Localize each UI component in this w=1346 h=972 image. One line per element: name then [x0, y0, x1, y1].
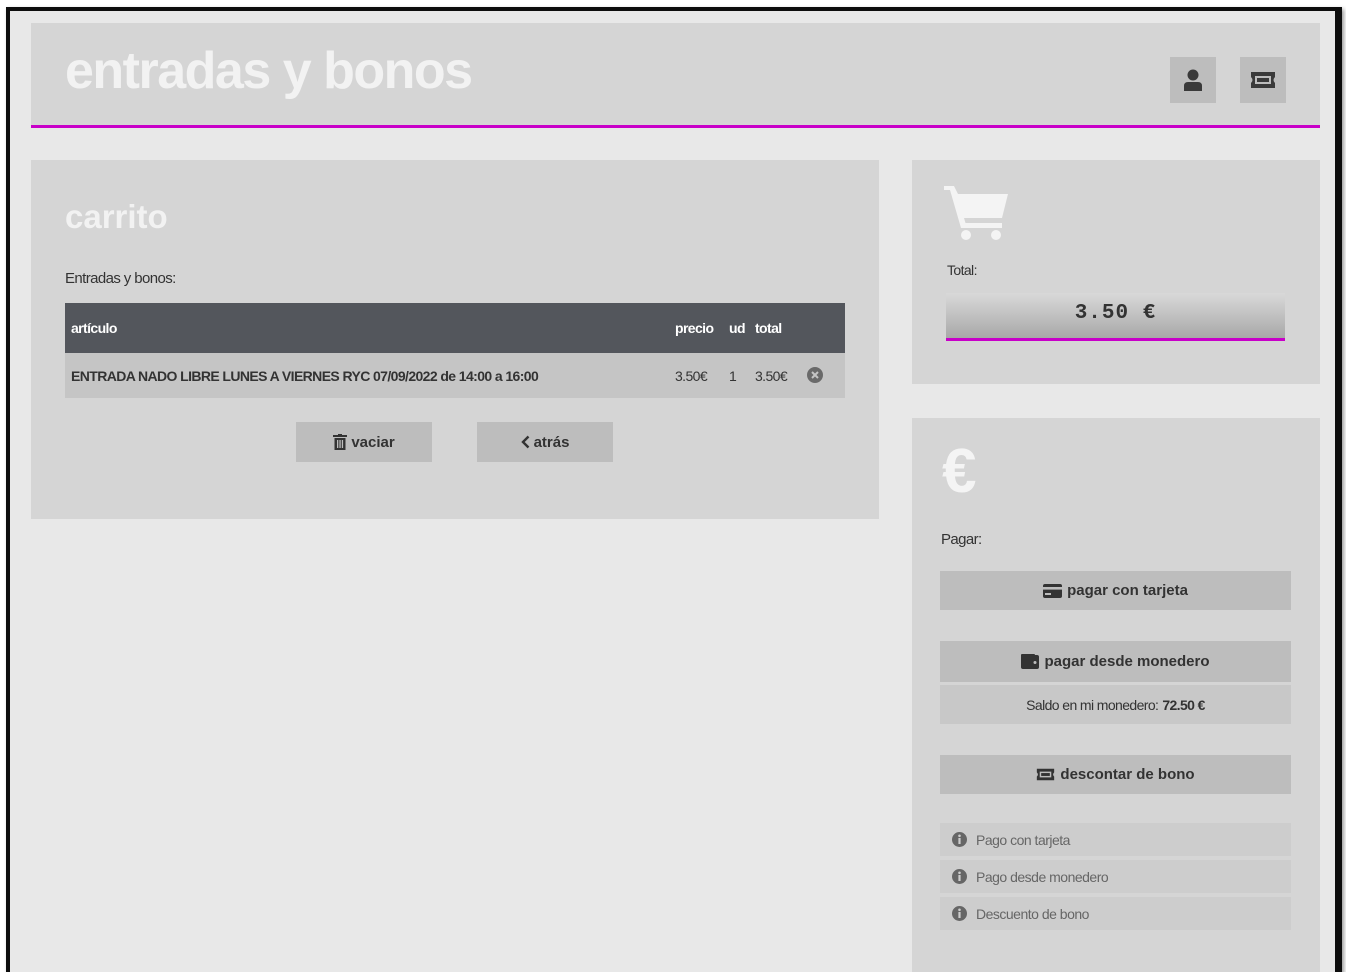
cell-articulo: ENTRADA NADO LIBRE LUNES A VIERNES RYC 0… [71, 367, 539, 384]
cart-panel: carrito Entradas y bonos: artículo preci… [31, 160, 879, 519]
info-item-label: Descuento de bono [976, 905, 1089, 922]
payment-label: Pagar: [941, 531, 982, 548]
back-label: atrás [533, 433, 570, 451]
cart-title: carrito [65, 198, 168, 235]
info-icon [952, 869, 967, 884]
empty-cart-button[interactable]: vaciar [296, 422, 432, 462]
cart-subtitle: Entradas y bonos: [65, 270, 176, 287]
pay-from-wallet-label: pagar desde monedero [1044, 653, 1210, 670]
wallet-balance-value: 72.50 € [1162, 696, 1205, 713]
column-header-ud: ud [729, 320, 746, 336]
wallet-balance: Saldo en mi monedero: 72.50 € [940, 685, 1291, 724]
table-header: artículo precio ud total [65, 303, 845, 353]
wallet-balance-label: Saldo en mi monedero: [1026, 696, 1159, 713]
discount-from-bono-button[interactable]: descontar de bono [940, 755, 1291, 794]
ticket-icon [1037, 768, 1055, 781]
remove-item-button[interactable] [807, 367, 823, 386]
wallet-icon [1021, 654, 1040, 669]
chevron-left-icon [520, 435, 529, 449]
cart-table: artículo precio ud total ENTRADA NADO LI… [65, 303, 845, 398]
info-item-label: Pago desde monedero [976, 868, 1109, 885]
column-header-precio: precio [675, 320, 714, 336]
cell-total: 3.50€ [755, 367, 788, 384]
trash-icon [333, 434, 348, 450]
ticket-icon [1251, 72, 1275, 88]
total-panel: Total: 3.50 € [912, 160, 1320, 384]
page-title: entradas y bonos [65, 42, 473, 100]
empty-cart-label: vaciar [351, 433, 395, 451]
info-item-bono[interactable]: Descuento de bono [940, 897, 1291, 930]
euro-icon: € [942, 437, 977, 506]
pay-from-wallet-button[interactable]: pagar desde monedero [940, 641, 1291, 682]
cell-ud: 1 [729, 367, 737, 384]
pay-with-card-label: pagar con tarjeta [1067, 582, 1188, 599]
total-amount: 3.50 € [946, 293, 1285, 341]
info-item-label: Pago con tarjeta [976, 831, 1070, 848]
remove-circle-icon [807, 367, 823, 383]
user-icon [1184, 69, 1202, 91]
pay-with-card-button[interactable]: pagar con tarjeta [940, 571, 1291, 610]
info-item-wallet[interactable]: Pago desde monedero [940, 860, 1291, 893]
cell-precio: 3.50€ [675, 367, 708, 384]
table-row: ENTRADA NADO LIBRE LUNES A VIERNES RYC 0… [65, 353, 845, 398]
page-header: entradas y bonos [31, 23, 1320, 128]
info-item-card[interactable]: Pago con tarjeta [940, 823, 1291, 856]
app-frame: entradas y bonos carrito Entradas y bono… [6, 7, 1342, 972]
info-icon [952, 906, 967, 921]
column-header-total: total [755, 320, 782, 336]
column-header-articulo: artículo [71, 320, 117, 336]
credit-card-icon [1043, 583, 1063, 598]
info-icon [952, 832, 967, 847]
payment-panel: € Pagar: pagar con tarjeta pagar desde m… [912, 418, 1320, 972]
tickets-button[interactable] [1240, 57, 1286, 103]
total-label: Total: [947, 262, 977, 278]
discount-from-bono-label: descontar de bono [1060, 766, 1195, 783]
shopping-cart-icon [944, 186, 1008, 240]
back-button[interactable]: atrás [477, 422, 613, 462]
user-button[interactable] [1170, 57, 1216, 103]
